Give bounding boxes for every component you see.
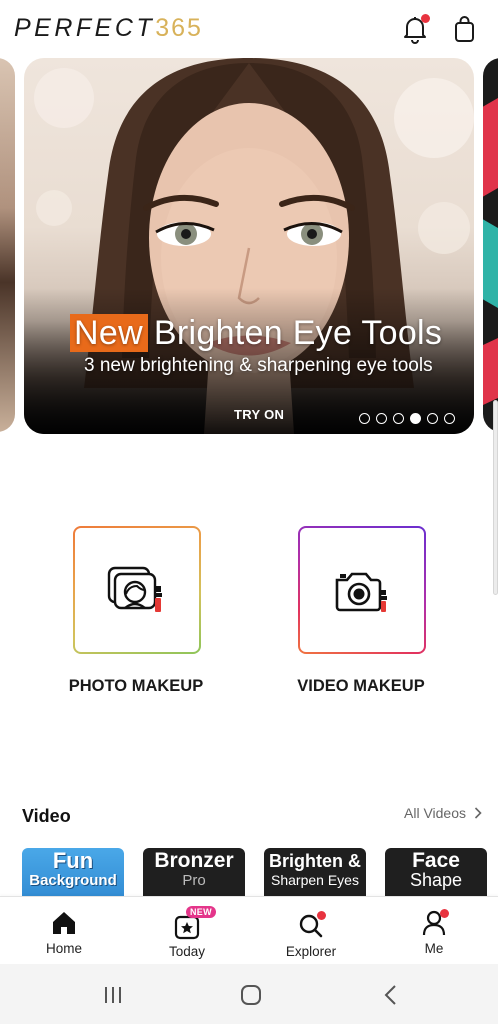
shopping-bag-icon[interactable] — [451, 14, 479, 44]
video-camera-icon — [335, 572, 387, 612]
recent-apps-icon[interactable] — [100, 982, 126, 1008]
video-thumbnail[interactable]: Fun Background — [22, 848, 124, 896]
notification-dot — [421, 14, 430, 23]
home-icon — [53, 912, 75, 934]
video-makeup-button[interactable] — [298, 526, 426, 654]
photo-makeup-label[interactable]: PHOTO MAKEUP — [36, 677, 236, 696]
video-thumbnail[interactable]: Face Shape — [385, 848, 487, 896]
carousel-pagination — [359, 413, 455, 424]
page-dot[interactable] — [359, 413, 370, 424]
video-thumbnail[interactable]: Bronzer Pro — [143, 848, 245, 896]
logo-number: 365 — [155, 14, 203, 42]
page-dot[interactable] — [427, 413, 438, 424]
banner-title: New Brighten Eye Tools — [70, 314, 442, 353]
thumbnail-subtitle: Background — [29, 872, 117, 889]
thumbnail-title: Face — [412, 849, 460, 872]
notification-bell-icon[interactable] — [401, 14, 430, 44]
new-badge: NEW — [186, 906, 216, 918]
photo-makeup-button[interactable] — [73, 526, 201, 654]
app-logo: PERFECT365 — [14, 14, 203, 43]
thumbnail-title: Fun — [52, 848, 94, 873]
promo-banner[interactable]: New Brighten Eye Tools 3 new brightening … — [24, 58, 474, 434]
nav-today[interactable]: NEW Today — [137, 897, 237, 965]
next-banner-peek[interactable] — [483, 58, 498, 432]
banner-subtitle: 3 new brightening & sharpening eye tools — [84, 355, 433, 376]
video-thumbnail-row: Fun Background Bronzer Pro Brighten & Sh… — [0, 848, 498, 896]
nav-explorer-label: Explorer — [285, 944, 337, 959]
app-header: PERFECT365 — [0, 0, 498, 58]
logo-text: PERFECT — [14, 14, 156, 42]
page-dot[interactable] — [376, 413, 387, 424]
page-dot-active[interactable] — [410, 413, 421, 424]
nav-me[interactable]: Me — [384, 897, 484, 965]
nav-home-label: Home — [45, 941, 82, 956]
thumbnail-subtitle: Pro — [182, 872, 206, 889]
photo-makeup-icon — [107, 566, 162, 612]
try-on-button[interactable]: TRY ON — [234, 407, 284, 422]
all-videos-link[interactable]: All Videos — [404, 805, 482, 821]
banner-title-text: Brighten Eye Tools — [153, 314, 443, 352]
all-videos-label: All Videos — [404, 805, 467, 821]
banner-highlight: New — [70, 314, 148, 352]
video-thumbnail[interactable]: Brighten & Sharpen Eyes — [264, 848, 366, 896]
bottom-navigation: Home NEW Today Explorer Me — [0, 896, 498, 964]
thumbnail-subtitle: Sharpen Eyes — [271, 872, 359, 888]
nav-home[interactable]: Home — [14, 897, 114, 965]
thumbnail-title: Brighten & — [269, 851, 361, 871]
banner-portrait-image — [24, 58, 474, 434]
promo-carousel[interactable]: New Brighten Eye Tools 3 new brightening … — [0, 58, 498, 434]
page-scrollbar[interactable] — [493, 400, 498, 595]
back-icon[interactable] — [378, 982, 404, 1008]
me-notification-dot — [440, 909, 449, 918]
system-navigation-bar — [0, 964, 498, 1024]
page-dot[interactable] — [444, 413, 455, 424]
video-makeup-label[interactable]: VIDEO MAKEUP — [261, 677, 461, 696]
home-button-icon[interactable] — [238, 982, 264, 1008]
thumbnail-title: Bronzer — [154, 849, 234, 872]
thumbnail-subtitle: Shape — [409, 870, 463, 890]
explorer-notification-dot — [317, 911, 326, 920]
previous-banner-peek[interactable] — [0, 58, 15, 432]
chevron-right-icon — [474, 807, 482, 819]
nav-today-label: Today — [168, 944, 206, 959]
video-section-title: Video — [22, 806, 71, 826]
page-dot[interactable] — [393, 413, 404, 424]
nav-me-label: Me — [424, 941, 444, 956]
nav-explorer[interactable]: Explorer — [261, 897, 361, 965]
